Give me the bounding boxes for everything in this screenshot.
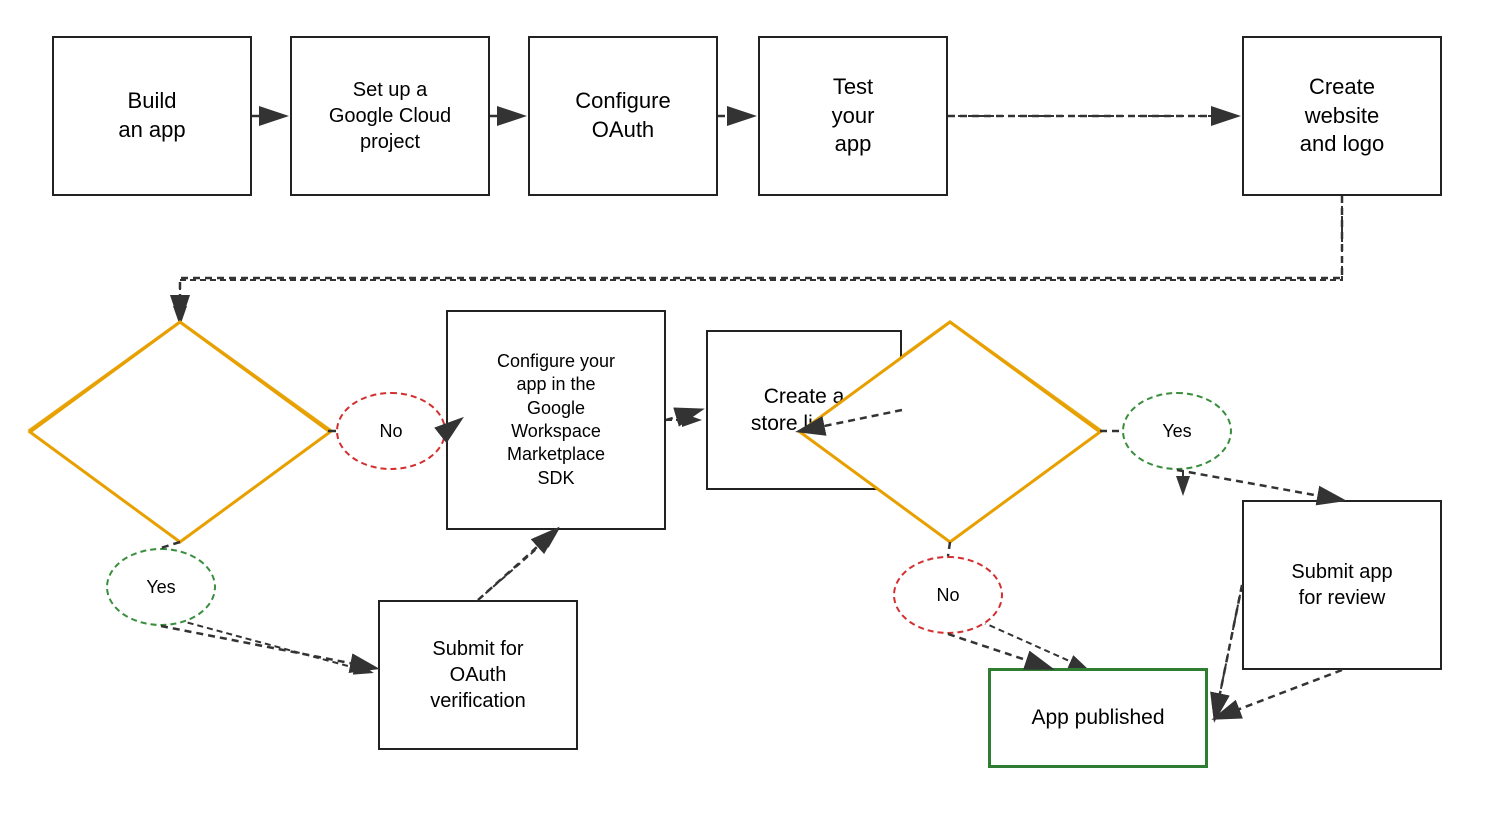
- yes-left-oval: Yes: [106, 548, 216, 626]
- yes-right-oval: Yes: [1122, 392, 1232, 470]
- no-left-oval: No: [336, 392, 446, 470]
- flowchart-diagram: Build an app Set up a Google Cloud proje…: [0, 0, 1494, 814]
- app-published-box: App published: [988, 668, 1208, 768]
- create-website-box: Create website and logo: [1242, 36, 1442, 196]
- configure-oauth-box: Configure OAuth: [528, 36, 718, 196]
- no-right-oval: No: [893, 556, 1003, 634]
- build-app-box: Build an app: [52, 36, 252, 196]
- create-store-listing-box: Create a store listing: [706, 330, 902, 490]
- configure-sdk-box: Configure your app in the Google Workspa…: [446, 310, 666, 530]
- submit-review-box: Submit app for review: [1242, 500, 1442, 670]
- google-cloud-box: Set up a Google Cloud project: [290, 36, 490, 196]
- test-app-box: Test your app: [758, 36, 948, 196]
- submit-oauth-box: Submit for OAuth verification: [378, 600, 578, 750]
- left-diamond-label: App publicly available?: [80, 380, 280, 450]
